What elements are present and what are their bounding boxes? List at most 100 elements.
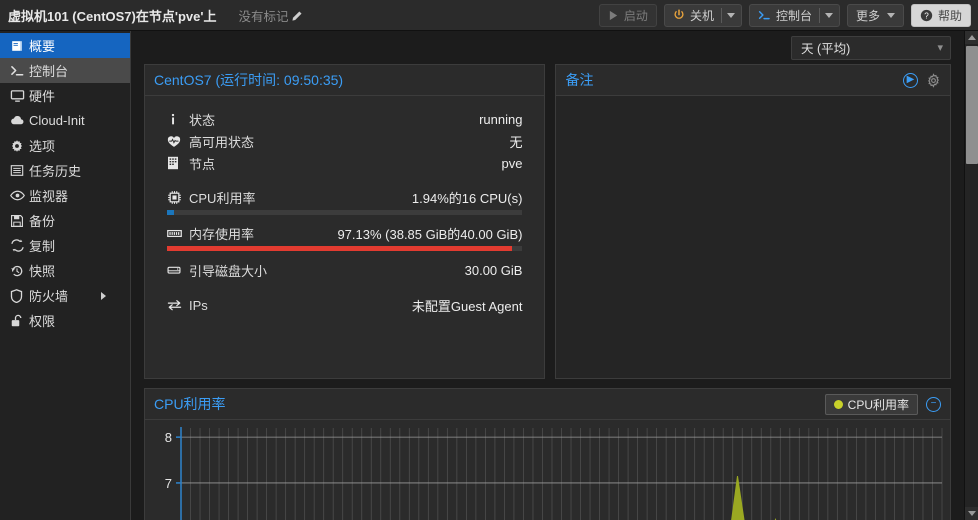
notes-panel-header: 备注 ▶ xyxy=(556,65,950,96)
timeframe-select[interactable]: 天 (平均) ▾ xyxy=(791,35,951,60)
cpu-chart-area[interactable]: 876 xyxy=(145,420,950,520)
vertical-scrollbar[interactable] xyxy=(964,31,978,520)
cpu-usage-row: CPU利用率 1.94%的16 CPU(s) xyxy=(167,186,523,215)
sidebar-item-replication[interactable]: 复制 xyxy=(0,233,130,258)
heart-icon xyxy=(167,135,189,148)
bootdisk-row: 引导磁盘大小 30.00 GiB xyxy=(167,259,522,281)
svg-text:?: ? xyxy=(924,11,929,20)
sidebar-item-backup[interactable]: 备份 xyxy=(0,208,130,233)
sidebar-item-label: 任务历史 xyxy=(29,164,82,179)
status-panel-body: 状态 running 高可用状态 无 节点 pve CPU利用率 1.94%的1… xyxy=(145,96,544,316)
console-split-button[interactable]: 控制台 xyxy=(748,3,840,27)
status-row-label: 高可用状态 xyxy=(189,134,255,150)
notes-panel-tools: ▶ xyxy=(903,72,941,88)
top-toolbar: 虚拟机101 (CentOS7)在节点'pve'上 没有标记 启动 关机 控制台… xyxy=(0,0,978,31)
shutdown-button[interactable]: 关机 xyxy=(665,5,721,26)
chevron-down-icon xyxy=(727,12,736,18)
chart-legend-cpu[interactable]: CPU利用率 xyxy=(824,393,918,415)
more-button[interactable]: 更多 xyxy=(846,3,904,27)
sidebar-item-label: Cloud-Init xyxy=(29,113,85,128)
sidebar-item-hardware[interactable]: 硬件 xyxy=(0,83,130,108)
status-panel-title: CentOS7 (运行时间: 09:50:35) xyxy=(154,72,344,88)
cpu-chart-svg: 876 xyxy=(165,427,943,520)
status-panel: CentOS7 (运行时间: 09:50:35) 状态 running 高可用状… xyxy=(144,64,546,379)
status-row-node: 节点 pve xyxy=(167,152,522,174)
status-row-value: 无 xyxy=(509,134,523,150)
status-row-label: 状态 xyxy=(189,112,216,128)
question-circle-icon: ? xyxy=(920,9,933,22)
status-row-label: 节点 xyxy=(189,156,216,172)
disk-icon xyxy=(167,264,189,276)
timeframe-select-value: 天 (平均) xyxy=(801,42,851,56)
sidebar-item-label: 概要 xyxy=(29,39,56,54)
notes-body[interactable] xyxy=(556,96,950,378)
sidebar-item-console[interactable]: 控制台 xyxy=(0,58,130,83)
sidebar-item-label: 防火墙 xyxy=(29,289,69,304)
collapse-circle-icon[interactable]: − xyxy=(926,396,941,412)
cpu-usage-bar xyxy=(167,210,523,215)
cpu-icon xyxy=(167,190,189,205)
shield-icon xyxy=(10,288,29,303)
console-dropdown-toggle[interactable] xyxy=(820,5,839,26)
sidebar-item-label: 备份 xyxy=(29,214,56,229)
book-icon xyxy=(10,39,29,53)
ips-label: IPs xyxy=(189,297,208,313)
sidebar-item-label: 监视器 xyxy=(29,189,69,204)
scrollbar-thumb[interactable] xyxy=(966,46,978,164)
sidebar-item-options[interactable]: 选项 xyxy=(0,133,130,158)
monitor-icon xyxy=(10,89,29,103)
sidebar-item-cloud-init[interactable]: Cloud-Init xyxy=(0,108,130,133)
cpu-chart-title: CPU利用率 xyxy=(154,396,226,412)
sidebar-item-monitor[interactable]: 监视器 xyxy=(0,183,130,208)
top-panels-row: CentOS7 (运行时间: 09:50:35) 状态 running 高可用状… xyxy=(131,64,964,379)
console-button[interactable]: 控制台 xyxy=(750,5,819,26)
console-button-label: 控制台 xyxy=(775,8,812,23)
server-icon xyxy=(167,156,189,170)
shutdown-split-button[interactable]: 关机 xyxy=(663,3,742,27)
sidebar-item-label: 硬件 xyxy=(29,89,56,104)
floppy-icon xyxy=(10,214,29,228)
tags-editor[interactable]: 没有标记 xyxy=(238,6,303,25)
page-title: 虚拟机101 (CentOS7)在节点'pve'上 xyxy=(8,8,217,24)
terminal-icon xyxy=(10,64,29,77)
status-row-state: 状态 running xyxy=(167,108,522,130)
ips-row: IPs 未配置Guest Agent xyxy=(167,294,522,316)
start-button[interactable]: 启动 xyxy=(598,3,657,27)
help-button[interactable]: ? 帮助 xyxy=(910,3,971,27)
sidebar-item-summary[interactable]: 概要 xyxy=(0,33,130,58)
pencil-icon[interactable] xyxy=(290,10,303,23)
sidebar-item-permissions[interactable]: 权限 xyxy=(0,308,130,333)
sidebar-item-firewall[interactable]: 防火墙 xyxy=(0,283,130,308)
shutdown-button-label: 关机 xyxy=(689,8,714,23)
status-row-value: pve xyxy=(501,155,523,171)
chevron-down-icon xyxy=(825,12,834,18)
svg-text:8: 8 xyxy=(165,430,172,445)
memory-usage-bar xyxy=(167,246,523,251)
chevron-down-icon xyxy=(886,12,895,18)
shutdown-dropdown-toggle[interactable] xyxy=(722,5,741,26)
cpu-usage-label: CPU利用率 xyxy=(189,190,256,206)
start-button-label: 启动 xyxy=(623,8,648,23)
sidebar-item-snapshots[interactable]: 快照 xyxy=(0,258,130,283)
sidebar-item-label: 控制台 xyxy=(29,64,69,79)
scroll-down-button[interactable] xyxy=(965,507,978,520)
ips-value: 未配置Guest Agent xyxy=(411,298,523,314)
gear-icon[interactable] xyxy=(926,72,941,88)
chart-legend-label: CPU利用率 xyxy=(847,397,909,412)
chevron-down-icon: ▾ xyxy=(937,42,943,54)
power-icon xyxy=(673,9,685,21)
memory-usage-row: 内存使用率 97.13% (38.85 GiB的40.00 GiB) xyxy=(167,222,523,251)
legend-dot-icon xyxy=(833,399,843,409)
bootdisk-label: 引导磁盘大小 xyxy=(189,263,268,279)
sidebar-item-label: 快照 xyxy=(29,264,56,279)
info-icon xyxy=(167,113,189,126)
scroll-up-button[interactable] xyxy=(965,31,978,44)
cpu-chart-tools: CPU利用率 − xyxy=(824,393,941,415)
triangle-up-icon xyxy=(968,35,976,40)
triangle-down-icon xyxy=(968,511,976,516)
memory-usage-label: 内存使用率 xyxy=(189,226,255,242)
content-toolbar: 天 (平均) ▾ xyxy=(131,31,964,64)
cpu-chart-panel: CPU利用率 CPU利用率 − 876 xyxy=(144,388,951,520)
sidebar-item-task-history[interactable]: 任务历史 xyxy=(0,158,130,183)
chevron-right-circle-icon[interactable]: ▶ xyxy=(903,72,918,88)
